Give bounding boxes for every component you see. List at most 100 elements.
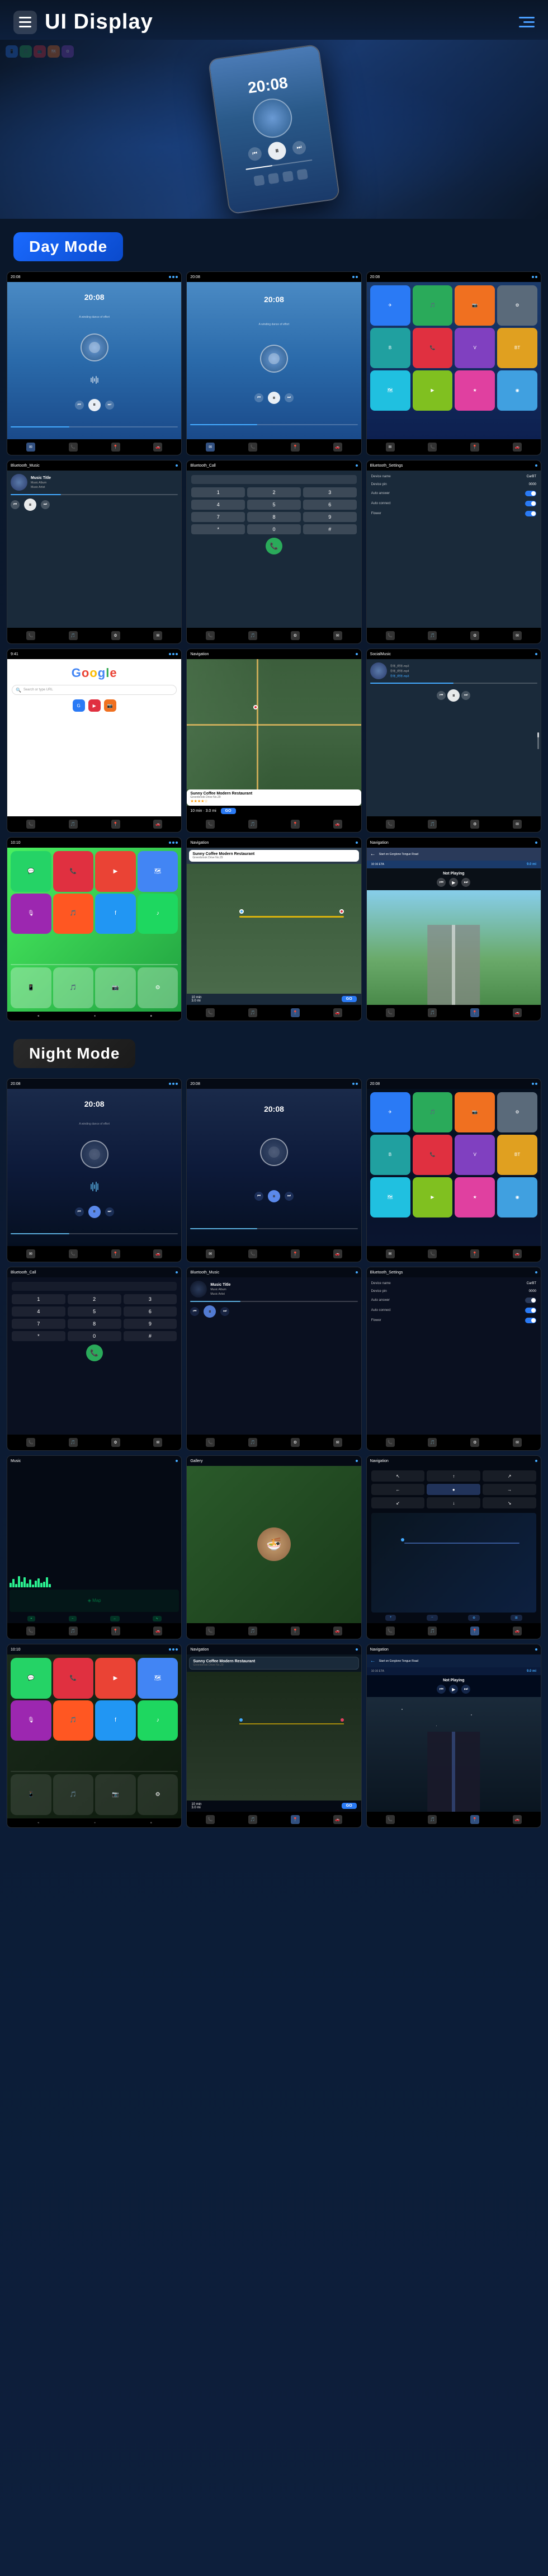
nav-google-4[interactable]: 🚗 xyxy=(153,820,162,829)
play-btn-2[interactable]: ⏸ xyxy=(268,392,280,404)
night-nav-c4[interactable]: 🚗 xyxy=(333,1815,342,1824)
nav-phone-2[interactable]: 📞 xyxy=(248,443,257,452)
night-dial-1[interactable]: 1 xyxy=(12,1294,65,1304)
night-nav-np1[interactable]: 📞 xyxy=(386,1815,395,1824)
night-nav-c3[interactable]: 📍 xyxy=(291,1815,300,1824)
night-np-next[interactable]: ⏭ xyxy=(461,1685,470,1694)
nav-nav-3[interactable]: 📍 xyxy=(291,1008,300,1017)
night-nav-settings-2[interactable]: 🎵 xyxy=(428,1438,437,1447)
nav-np-4[interactable]: 🚗 xyxy=(513,1008,522,1017)
app-whatsapp[interactable]: 💬 xyxy=(11,851,51,892)
nav-email-2[interactable]: ✉ xyxy=(206,443,215,452)
bt-prev[interactable]: ⏮ xyxy=(11,500,20,509)
dock-app-1[interactable]: 📱 xyxy=(11,967,51,1008)
app-bt[interactable]: B xyxy=(370,328,410,368)
night-dock-3[interactable]: 📷 xyxy=(95,1774,136,1815)
night-prev-2[interactable]: ⏮ xyxy=(254,1192,263,1201)
prev-btn-2[interactable]: ⏮ xyxy=(254,393,263,402)
night-app-facebook[interactable]: f xyxy=(95,1700,136,1741)
night-dock-4[interactable]: ⚙ xyxy=(138,1774,178,1815)
night-nav-settings-4[interactable]: ✉ xyxy=(513,1438,522,1447)
dial-1[interactable]: 1 xyxy=(191,487,245,497)
nav-social-3[interactable]: ⚙ xyxy=(470,820,479,829)
night-nav-email[interactable]: ✉ xyxy=(26,1249,35,1258)
night-nav-btn-1[interactable]: ↖ xyxy=(371,1470,425,1482)
night-app-telegram[interactable]: ✈ xyxy=(370,1092,410,1132)
nav-nav-4[interactable]: 🚗 xyxy=(333,1008,342,1017)
nav-bt-3[interactable]: ⚙ xyxy=(111,631,120,640)
night-nav-photo-1[interactable]: 📞 xyxy=(206,1627,215,1635)
app-settings[interactable]: ⚙ xyxy=(497,285,537,326)
night-app-whatsapp[interactable]: 💬 xyxy=(11,1658,51,1699)
night-nav-call-3[interactable]: ⚙ xyxy=(111,1438,120,1447)
hero-next-btn[interactable]: ⏭ xyxy=(291,140,306,155)
night-play-1[interactable]: ⏸ xyxy=(88,1206,101,1218)
night-nav-call-2[interactable]: 🎵 xyxy=(69,1438,78,1447)
nav-np-3[interactable]: 📍 xyxy=(470,1008,479,1017)
bt-next[interactable]: ⏭ xyxy=(41,500,50,509)
dial-hash[interactable]: # xyxy=(303,524,357,534)
hero-prev-btn[interactable]: ⏮ xyxy=(247,146,262,161)
night-dial-0[interactable]: 0 xyxy=(68,1331,121,1341)
auto-answer-toggle[interactable] xyxy=(525,491,536,496)
app-phone2[interactable]: 📞 xyxy=(53,851,94,892)
app-extra1[interactable]: ★ xyxy=(455,370,495,411)
nav-bt-2[interactable]: 🎵 xyxy=(69,631,78,640)
nav-nav-2[interactable]: 🎵 xyxy=(248,1008,257,1017)
night-nav-app-4[interactable]: 🚗 xyxy=(513,1249,522,1258)
app-youtube[interactable]: ▶ xyxy=(95,851,136,892)
app-podcast[interactable]: 🎙 xyxy=(11,894,51,934)
night-nav-np3[interactable]: 📍 xyxy=(470,1815,479,1824)
dock-app-2[interactable]: 🎵 xyxy=(53,967,94,1008)
menu-icon[interactable] xyxy=(13,11,37,34)
nav-google-2[interactable]: 🎵 xyxy=(69,820,78,829)
night-dial-3[interactable]: 3 xyxy=(124,1294,177,1304)
nav-map-1[interactable]: 📞 xyxy=(206,820,215,829)
night-nav-phone[interactable]: 📞 xyxy=(69,1249,78,1258)
nav-settings-3[interactable]: ⚙ xyxy=(470,631,479,640)
night-app-phone[interactable]: 📞 xyxy=(413,1135,453,1175)
night-nav-np2[interactable]: 🎵 xyxy=(428,1815,437,1824)
night-auto-connect-toggle[interactable] xyxy=(525,1308,536,1313)
night-dial-4[interactable]: 4 xyxy=(12,1306,65,1317)
prev-btn-1[interactable]: ⏮ xyxy=(75,401,84,410)
night-play-2[interactable]: ⏸ xyxy=(268,1190,280,1202)
night-nav-n2[interactable]: 🎵 xyxy=(428,1627,437,1635)
night-app-bt[interactable]: B xyxy=(370,1135,410,1175)
night-nav-zoom-in[interactable]: + xyxy=(385,1615,396,1621)
nav-map-4[interactable]: 🚗 xyxy=(333,820,342,829)
night-app-media[interactable]: 📷 xyxy=(455,1092,495,1132)
nav-email[interactable]: ✉ xyxy=(26,443,35,452)
hero-play-btn[interactable]: ⏸ xyxy=(267,140,287,161)
night-nav-settings-3[interactable]: ⚙ xyxy=(470,1438,479,1447)
night-nav-btm-1[interactable]: 📞 xyxy=(206,1438,215,1447)
night-nav-layers[interactable]: ⊞ xyxy=(511,1615,522,1621)
nav-call-4[interactable]: ✉ xyxy=(333,631,342,640)
night-nav-email-2[interactable]: ✉ xyxy=(206,1249,215,1258)
nav-map-3[interactable]: 📍 xyxy=(291,820,300,829)
nav-auto[interactable]: 🚗 xyxy=(153,443,162,452)
google-app-2[interactable]: ▶ xyxy=(88,699,101,712)
night-nav-zoom-out[interactable]: − xyxy=(427,1615,438,1621)
nav-email-3[interactable]: ✉ xyxy=(386,443,395,452)
dock-app-4[interactable]: ⚙ xyxy=(138,967,178,1008)
nav-phone[interactable]: 📞 xyxy=(69,443,78,452)
nav-go-btn[interactable]: GO xyxy=(342,996,357,1002)
night-nav-eq-1[interactable]: 📞 xyxy=(26,1627,35,1635)
dial-2[interactable]: 2 xyxy=(247,487,301,497)
app-spotify2[interactable]: ♪ xyxy=(138,894,178,934)
night-app-player[interactable]: ▶ xyxy=(413,1177,453,1218)
night-nav-btm-3[interactable]: ⚙ xyxy=(291,1438,300,1447)
night-nav-n3[interactable]: 📍 xyxy=(470,1627,479,1635)
dial-6[interactable]: 6 xyxy=(303,500,357,510)
app-bt2[interactable]: BT xyxy=(497,328,537,368)
nav-nav-1[interactable]: 📞 xyxy=(206,1008,215,1017)
night-next-2[interactable]: ⏭ xyxy=(285,1192,294,1201)
night-nav-btn-3[interactable]: ↗ xyxy=(483,1470,536,1482)
night-flower-toggle[interactable] xyxy=(525,1318,536,1323)
np-prev[interactable]: ⏮ xyxy=(437,878,446,887)
night-bt-prev[interactable]: ⏮ xyxy=(190,1307,199,1316)
night-nav-btm-4[interactable]: ✉ xyxy=(333,1438,342,1447)
night-nav-call-4[interactable]: ✉ xyxy=(153,1438,162,1447)
np-next[interactable]: ⏭ xyxy=(461,878,470,887)
